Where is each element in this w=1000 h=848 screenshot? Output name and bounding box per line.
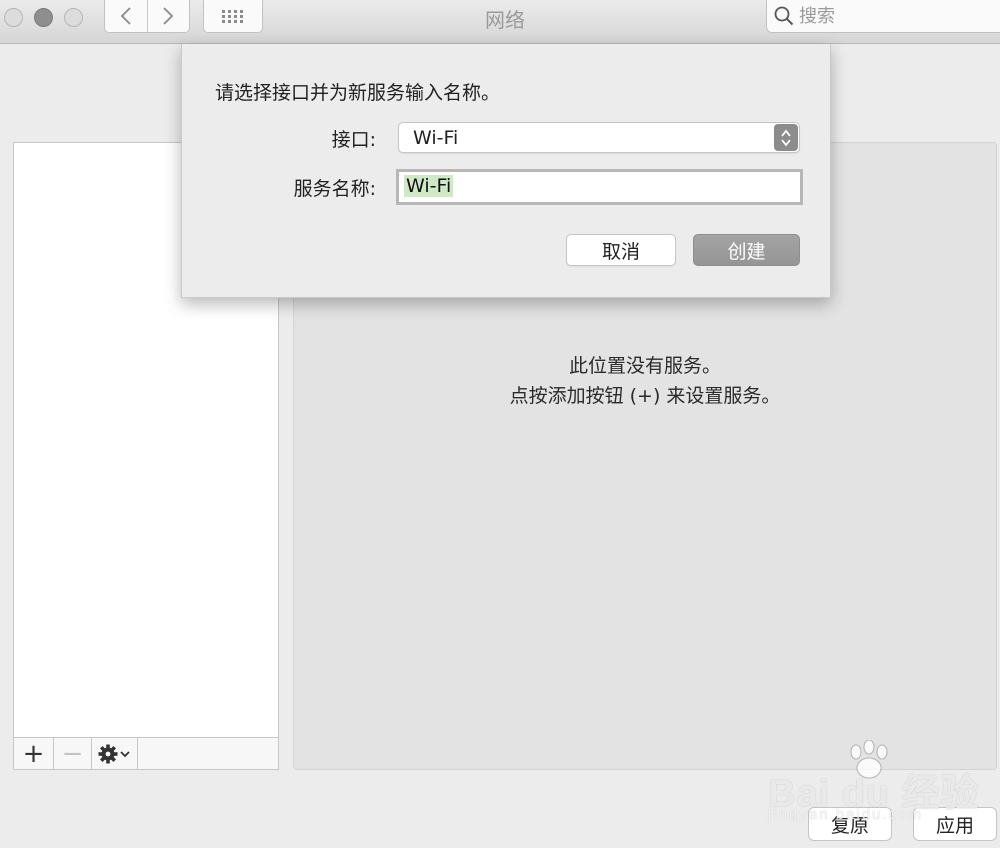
apply-button[interactable]: 应用	[913, 807, 997, 841]
remove-service-button[interactable]: −	[54, 738, 92, 769]
service-name-label: 服务名称:	[293, 178, 376, 200]
forward-button[interactable]	[146, 0, 190, 32]
interface-popup-value: Wi-Fi	[413, 127, 459, 149]
search-icon	[774, 6, 794, 26]
close-window-button[interactable]	[4, 8, 23, 27]
chevron-left-icon	[120, 7, 131, 25]
add-service-button[interactable]: +	[14, 738, 54, 769]
back-button[interactable]	[105, 0, 147, 32]
grid-icon	[222, 10, 243, 23]
minimize-window-button[interactable]	[34, 8, 53, 27]
service-name-value: Wi-Fi	[404, 175, 454, 197]
gear-icon	[98, 744, 130, 763]
zoom-window-button[interactable]	[64, 8, 83, 27]
back-forward-group	[104, 0, 190, 33]
search-input[interactable]	[799, 5, 979, 27]
popup-arrows-icon	[774, 124, 798, 151]
action-menu-button[interactable]	[92, 738, 138, 769]
service-name-field[interactable]: Wi-Fi	[396, 169, 803, 205]
window-title: 网络	[485, 8, 525, 32]
service-list-toolbar: + −	[13, 737, 279, 770]
title-bar: 网络	[0, 0, 1000, 44]
sheet-title: 请选择接口并为新服务输入名称。	[215, 82, 501, 104]
show-all-button[interactable]	[203, 0, 263, 33]
search-box[interactable]	[766, 0, 1000, 33]
create-button[interactable]: 创建	[693, 234, 800, 266]
add-service-hint: 点按添加按钮 (+) 来设置服务。	[509, 385, 781, 407]
cancel-button[interactable]: 取消	[566, 234, 676, 266]
revert-button[interactable]: 复原	[808, 807, 892, 841]
interface-popup[interactable]: Wi-Fi	[398, 122, 800, 153]
chevron-right-icon	[163, 7, 174, 25]
interface-label: 接口:	[331, 129, 376, 151]
no-services-message: 此位置没有服务。	[568, 355, 721, 377]
new-service-sheet: 请选择接口并为新服务输入名称。 接口: Wi-Fi 服务名称: Wi-Fi 取消…	[181, 44, 831, 298]
